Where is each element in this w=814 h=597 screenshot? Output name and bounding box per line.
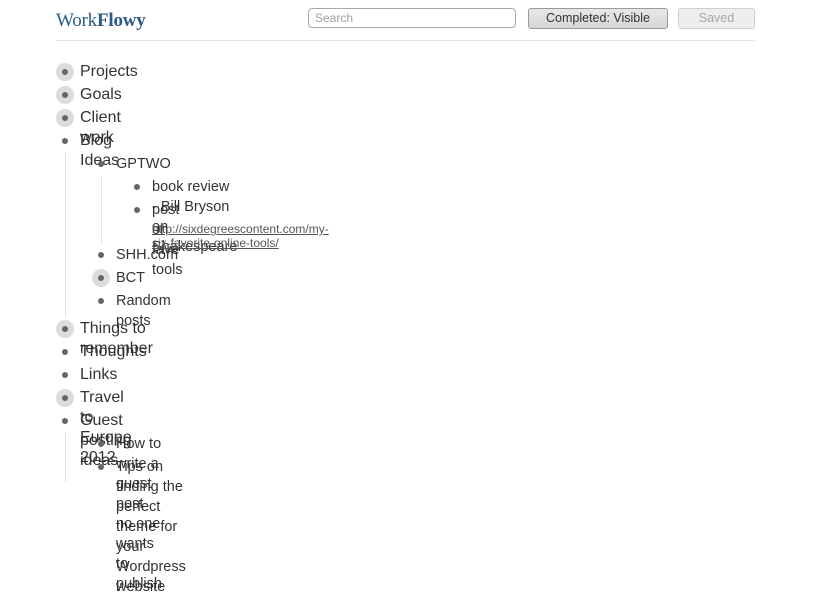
links-bullet[interactable] (56, 366, 74, 384)
bullet-dot (98, 464, 104, 470)
outline-item-tips[interactable]: Tips on finding the perfect theme for yo… (116, 457, 186, 595)
fave-tools-bullet[interactable] (128, 201, 146, 219)
how-to-bullet[interactable] (92, 435, 110, 453)
guest-posting-guide-line (65, 433, 66, 482)
bullet-dot (98, 441, 104, 447)
gptwo-bullet[interactable] (92, 155, 110, 173)
outline-item-client-work[interactable]: Client work (80, 108, 121, 146)
workflowy-logo[interactable]: WorkFlowy (56, 10, 146, 32)
bullet-dot (62, 92, 68, 98)
bullet-dot (98, 275, 104, 281)
bullet-dot (62, 69, 68, 75)
bullet-dot (98, 161, 104, 167)
book-review-bullet[interactable] (128, 178, 146, 196)
outline-item-things-to-remember[interactable]: Things to remember (80, 319, 153, 357)
outline-item-links[interactable]: Links (80, 365, 117, 385)
travel-bullet[interactable] (56, 389, 74, 407)
outline-item-random-posts[interactable]: Random posts (116, 291, 171, 329)
saved-button[interactable]: Saved (678, 8, 755, 29)
bullet-dot (98, 298, 104, 304)
bullet-dot (62, 418, 68, 424)
outline-item-shh[interactable]: SHH.com (116, 245, 178, 265)
outline-item-travel[interactable]: Travel to Europe 2012 (80, 388, 132, 466)
gptwo-guide-line (101, 176, 102, 244)
bullet-dot (62, 395, 68, 401)
search-input[interactable] (308, 8, 516, 28)
outline-item-how-to[interactable]: How to write a guest post no one wants t… (116, 434, 162, 592)
projects-bullet[interactable] (56, 63, 74, 81)
blog-ideas-guide-line (65, 153, 66, 317)
random-posts-bullet[interactable] (92, 292, 110, 310)
bullet-dot (98, 252, 104, 258)
blog-ideas-bullet[interactable] (56, 132, 74, 150)
shh-bullet[interactable] (92, 246, 110, 264)
outline-item-fave-tools[interactable]: post on fave tools (152, 200, 183, 278)
outline-item-projects[interactable]: Projects (80, 62, 138, 82)
bullet-dot (62, 138, 68, 144)
completed-visible-button[interactable]: Completed: Visible (528, 8, 668, 29)
header: WorkFlowy Completed: Visible Saved (56, 0, 755, 41)
bullet-dot (134, 184, 140, 190)
outline-item-bct[interactable]: BCT (116, 268, 145, 288)
outline-item-gptwo[interactable]: GPTWO (116, 154, 171, 174)
tips-bullet[interactable] (92, 458, 110, 476)
outline-item-guest-posting[interactable]: Guest posting ideas (80, 411, 132, 469)
outline-item-book-review[interactable]: book review - Bill Bryson on Shakespeare (152, 177, 237, 255)
client-work-bullet[interactable] (56, 109, 74, 127)
guest-posting-bullet[interactable] (56, 412, 74, 430)
outline-item-thoughts[interactable]: Thoughts (80, 342, 147, 362)
goals-bullet[interactable] (56, 86, 74, 104)
outline-item-blog-ideas[interactable]: Blog Ideas (80, 131, 119, 169)
logo-work: Work (56, 10, 97, 31)
outline-item-goals[interactable]: Goals (80, 85, 122, 105)
bullet-dot (62, 115, 68, 121)
thoughts-bullet[interactable] (56, 343, 74, 361)
bullet-dot (134, 207, 140, 213)
bct-bullet[interactable] (92, 269, 110, 287)
things-to-remember-bullet[interactable] (56, 320, 74, 338)
bullet-dot (62, 349, 68, 355)
bullet-dot (62, 372, 68, 378)
fave-tools-note-link[interactable]: http://sixdegreescontent.com/my-six-favo… (152, 222, 329, 250)
bullet-dot (62, 326, 68, 332)
logo-flowy: Flowy (96, 10, 146, 31)
